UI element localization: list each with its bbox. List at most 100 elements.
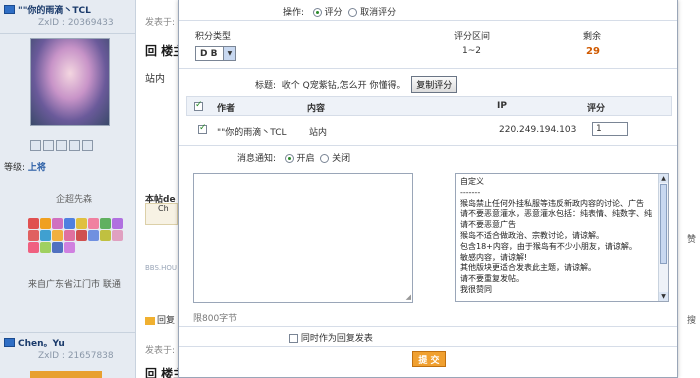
reason-option[interactable]: 猴岛不适合做政治、宗教讨论，请谅解。	[460, 231, 654, 242]
medal-icon	[76, 218, 87, 229]
friend-icon[interactable]	[43, 140, 54, 151]
divider	[179, 68, 677, 69]
reason-option[interactable]: 猴岛禁止任何外挂私服等违反新政内容的讨论、广告	[460, 199, 654, 210]
reason-option[interactable]: 包含18+内容，由于猴岛有不少小朋友，请谅解。	[460, 242, 654, 253]
reason-option[interactable]: 请不要恶意灌水，恶意灌水包括：纯表情、纯数字、纯	[460, 209, 654, 220]
medal-icon	[88, 230, 99, 241]
reply-link[interactable]: 回复	[145, 313, 175, 326]
divider	[179, 346, 677, 347]
medal-icon	[100, 230, 111, 241]
reason-option[interactable]: 其他版块更适合发表此主题，请谅解。	[460, 263, 654, 274]
like-link[interactable]: 赞	[687, 232, 696, 245]
avatar-2[interactable]	[30, 371, 102, 378]
score-type-select[interactable]: D B ▼	[195, 46, 237, 61]
medal-icon	[52, 242, 63, 253]
rate-radio[interactable]	[312, 8, 322, 17]
reason-options[interactable]: 自定义 ------- 猴岛禁止任何外挂私服等违反新政内容的讨论、广告 请不要恶意灌水…	[456, 174, 668, 296]
scroll-thumb[interactable]	[660, 184, 667, 264]
cancel-rate-label[interactable]: 取消评分	[360, 8, 396, 18]
scroll-up-icon[interactable]: ▲	[659, 174, 668, 183]
user-action-icons	[30, 140, 93, 151]
medal-grid	[28, 218, 124, 253]
divider	[179, 145, 677, 146]
rate-radio-label[interactable]: 评分	[325, 8, 343, 18]
bbs-url: BBS.HOU	[145, 264, 178, 272]
album-icon[interactable]	[69, 140, 80, 151]
user-sign: 企超先森	[56, 195, 93, 205]
title-label: 标题:	[255, 81, 277, 91]
also-reply-checkbox[interactable]	[289, 334, 298, 343]
remaining-label: 剩余	[583, 32, 602, 42]
reason-option[interactable]: 敏感内容，请谅解!	[460, 253, 654, 264]
stats-icon[interactable]	[82, 140, 93, 151]
notify-on-label[interactable]: 开启	[297, 154, 315, 164]
search-link[interactable]: 搜	[687, 313, 696, 326]
col-author: 作者	[217, 104, 236, 114]
medal-icon	[64, 242, 75, 253]
medal-icon	[28, 230, 39, 241]
avatar[interactable]	[30, 38, 110, 126]
reason-select-list[interactable]: 自定义 ------- 猴岛禁止任何外挂私服等违反新政内容的讨论、广告 请不要恶意灌水…	[455, 173, 669, 302]
username[interactable]: ""你的雨滴丶TCL	[18, 3, 91, 16]
notify-off-label[interactable]: 关闭	[332, 154, 350, 164]
notify-row: 消息通知: 开启 关闭	[237, 151, 677, 164]
copy-rating-button[interactable]: 复制评分	[411, 76, 458, 93]
user-header: ""你的雨滴丶TCL ZxID : 20369433	[0, 0, 135, 34]
user-flag-icon	[4, 5, 15, 14]
divider	[179, 326, 677, 327]
char-limit: 限800字节	[193, 314, 238, 324]
cancel-rate-radio[interactable]	[348, 8, 358, 17]
user-location: 来自广东省江门市 联通	[28, 280, 121, 290]
username-2[interactable]: Chen。Yu	[18, 336, 65, 349]
medal-icon	[64, 230, 75, 241]
rating-dialog: 操作: 评分 取消评分 积分类型 评分区间 剩余 D B ▼ 1~2 29 标题…	[178, 0, 678, 378]
col-content: 内容	[307, 104, 326, 114]
reason-option[interactable]: 请不要重复发帖。	[460, 274, 654, 285]
operation-row: 操作: 评分 取消评分	[283, 5, 677, 18]
medal-icon	[28, 242, 39, 253]
reason-option[interactable]: 自定义	[460, 177, 654, 188]
notify-label: 消息通知:	[237, 154, 277, 164]
title-value: 收个 Q宠紫钻,怎么开 你懂得。	[281, 81, 406, 91]
row-content: 站内	[309, 128, 328, 138]
profile-icon[interactable]	[56, 140, 67, 151]
reason-option[interactable]: 我很赞同	[460, 285, 654, 296]
medal-icon	[100, 218, 111, 229]
medal-icon	[52, 218, 63, 229]
scroll-down-icon[interactable]: ▼	[659, 292, 668, 301]
medal-icon	[64, 218, 75, 229]
notify-on-radio[interactable]	[284, 154, 294, 163]
scrollbar[interactable]: ▲ ▼	[658, 174, 668, 301]
select-all-checkbox[interactable]	[194, 100, 203, 111]
row-author: ""你的雨滴丶TCL	[217, 128, 287, 138]
medal-icon	[112, 218, 123, 229]
user-panel: ""你的雨滴丶TCL ZxID : 20369433 等级: 上将 企超先森 来…	[0, 0, 136, 378]
reason-textarea[interactable]: ◢	[193, 173, 413, 303]
medal-icon	[88, 218, 99, 229]
submit-button[interactable]: 提 交	[412, 351, 446, 367]
resize-grip-icon[interactable]: ◢	[406, 293, 411, 301]
table-row: ""你的雨滴丶TCL 站内 220.249.194.103 1	[179, 122, 677, 138]
user-flag-icon	[4, 338, 15, 347]
signature-box: Ch	[145, 203, 178, 225]
divider	[179, 20, 677, 21]
medal-icon	[40, 218, 51, 229]
score-input[interactable]: 1	[592, 122, 628, 136]
user-panel-2: Chen。Yu ZxID : 21657838	[0, 332, 136, 378]
col-score: 评分	[587, 104, 606, 114]
operation-label: 操作:	[283, 8, 305, 18]
reason-option[interactable]: 请不要恶意广告	[460, 220, 654, 231]
post-meta: 发表于:	[145, 18, 176, 28]
also-reply-label[interactable]: 同时作为回复发表	[301, 334, 373, 344]
notify-off-radio[interactable]	[320, 154, 330, 163]
message-icon[interactable]	[30, 140, 41, 151]
medal-icon	[40, 230, 51, 241]
remaining-value: 29	[586, 46, 600, 57]
col-ip: IP	[497, 101, 507, 111]
medal-icon	[28, 218, 39, 229]
user-level: 等级: 上将	[4, 163, 46, 173]
medal-icon	[76, 230, 87, 241]
reason-option[interactable]: -------	[460, 188, 654, 199]
row-checkbox[interactable]	[198, 123, 207, 134]
medal-icon	[52, 230, 63, 241]
